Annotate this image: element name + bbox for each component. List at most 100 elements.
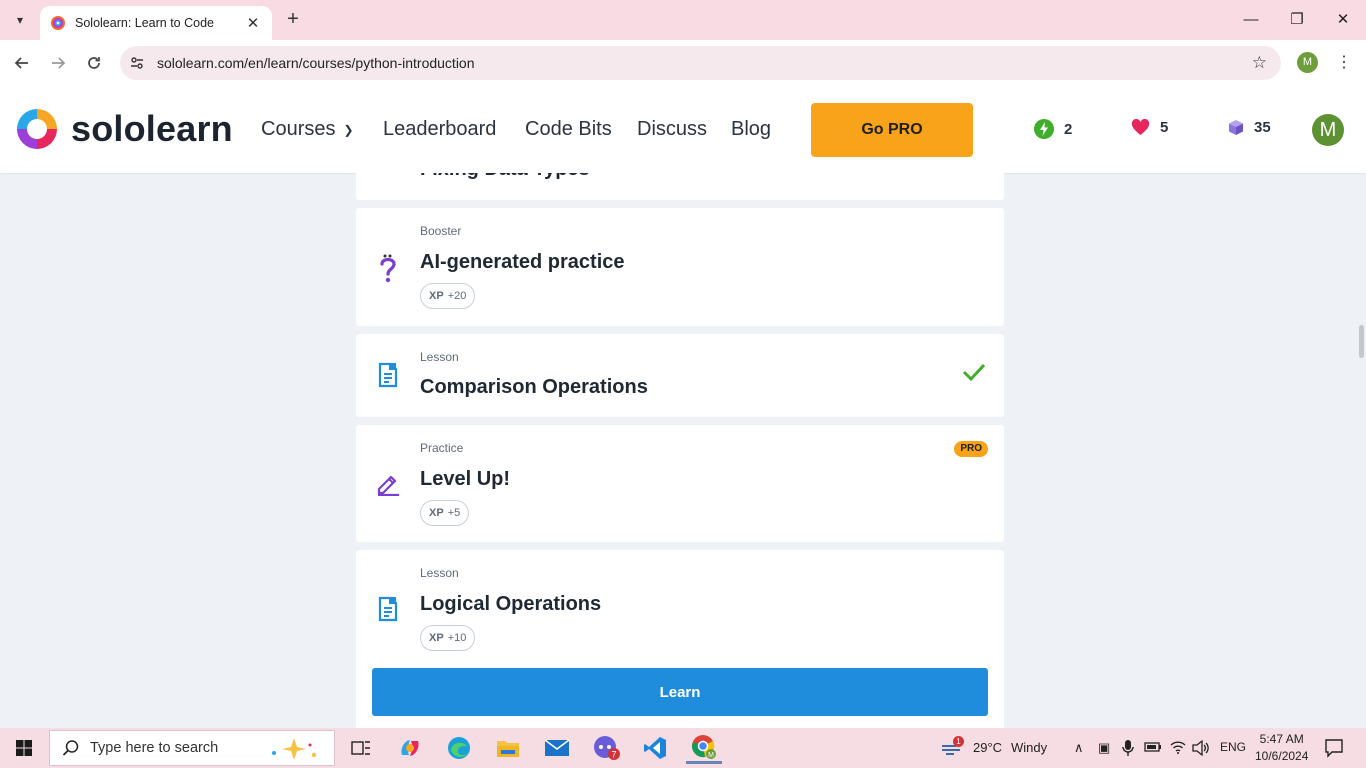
completed-check-icon — [962, 363, 986, 382]
search-icon — [62, 740, 79, 756]
windows-start-icon[interactable] — [8, 736, 40, 760]
xp-value: +5 — [447, 507, 461, 519]
user-avatar[interactable]: M — [1312, 114, 1344, 146]
address-bar[interactable]: sololearn.com/en/learn/courses/python-in… — [120, 46, 1281, 80]
gems-counter[interactable]: 35 — [1228, 119, 1271, 136]
notifications-icon[interactable] — [1324, 738, 1344, 758]
card-title: Logical Operations — [420, 593, 602, 615]
bookmark-star-icon[interactable]: ☆ — [1252, 53, 1267, 73]
streak-counter[interactable]: 2 — [1034, 119, 1072, 139]
xp-badge: XP +10 — [420, 625, 476, 651]
file-explorer-icon[interactable] — [490, 732, 526, 764]
discord-badge-count: 7 — [611, 750, 616, 760]
tab-title: Sololearn: Learn to Code — [75, 16, 214, 30]
card-kind-label: Booster — [420, 224, 462, 238]
gems-count: 35 — [1254, 119, 1271, 136]
lesson-card-level-up[interactable]: Practice Level Up! PRO XP +5 — [356, 425, 1004, 542]
mail-icon[interactable] — [539, 732, 575, 764]
back-button[interactable] — [9, 50, 35, 76]
xp-value: +10 — [447, 632, 467, 644]
card-kind-label: Practice — [420, 441, 464, 455]
discord-icon[interactable]: 7 — [588, 732, 624, 764]
site-info-icon[interactable] — [120, 55, 154, 71]
close-window-button[interactable]: ✕ — [1328, 8, 1358, 32]
lesson-icon — [374, 595, 402, 623]
xp-label: XP — [429, 290, 444, 302]
edge-browser-icon[interactable] — [441, 732, 477, 764]
chevron-down-icon: ❯ — [343, 122, 354, 137]
nav-code-bits[interactable]: Code Bits — [525, 118, 612, 141]
browser-tab[interactable]: Sololearn: Learn to Code ✕ — [40, 6, 272, 40]
heart-icon — [1131, 119, 1150, 136]
learn-button[interactable]: Learn — [372, 668, 988, 716]
pencil-icon — [374, 469, 402, 497]
browser-toolbar: sololearn.com/en/learn/courses/python-in… — [0, 40, 1366, 86]
clock-time: 5:47 AM — [1259, 732, 1304, 746]
xp-value: +20 — [447, 290, 467, 302]
sololearn-logo-icon — [17, 109, 57, 149]
back-arrow-icon — [14, 57, 28, 69]
site-header: sololearn Courses ❯ Leaderboard Code Bits… — [0, 86, 1366, 173]
wifi-icon[interactable] — [1170, 740, 1186, 754]
forward-button[interactable] — [45, 50, 71, 76]
reload-button[interactable] — [81, 50, 107, 76]
card-kind-label: Lesson — [420, 350, 459, 364]
weather-temperature[interactable]: 29°C — [973, 740, 1002, 755]
go-pro-button[interactable]: Go PRO — [811, 103, 973, 157]
nav-blog[interactable]: Blog — [731, 118, 771, 141]
logo-text: sololearn — [71, 108, 233, 149]
xp-badge: XP +20 — [420, 283, 476, 309]
battery-icon[interactable] — [1144, 741, 1162, 753]
lesson-card-booster[interactable]: Booster AI-generated practice XP +20 — [356, 208, 1004, 326]
language-indicator[interactable]: ENG — [1220, 740, 1246, 754]
hearts-count: 5 — [1160, 119, 1169, 136]
volume-icon[interactable] — [1192, 740, 1210, 756]
microphone-icon[interactable] — [1122, 739, 1134, 757]
restore-button[interactable]: ❐ — [1282, 8, 1312, 32]
tab-search-button[interactable]: ▾ — [8, 8, 32, 32]
minimize-button[interactable]: — — [1236, 8, 1266, 32]
vscode-icon[interactable] — [637, 732, 673, 764]
taskbar-search-box[interactable]: Type here to search — [49, 730, 335, 766]
sololearn-favicon-icon — [51, 16, 65, 30]
copilot-icon[interactable] — [392, 732, 428, 764]
xp-label: XP — [429, 507, 444, 519]
chrome-icon[interactable]: M — [686, 732, 722, 764]
close-tab-icon[interactable]: ✕ — [244, 14, 262, 32]
sololearn-logo[interactable]: sololearn — [15, 107, 233, 151]
weather-description[interactable]: Windy — [1011, 740, 1047, 755]
chevron-up-icon[interactable]: ∧ — [1074, 740, 1084, 756]
sparkle-icon — [272, 738, 317, 760]
card-title: Comparison Operations — [420, 376, 648, 398]
hearts-counter[interactable]: 5 — [1131, 119, 1168, 136]
forward-arrow-icon — [52, 57, 66, 69]
windows-taskbar: Type here to search 7 M 1 29°C Windy ∧ ▣… — [0, 728, 1366, 768]
browser-profile-avatar[interactable]: M — [1297, 52, 1318, 73]
task-view-icon[interactable] — [343, 732, 379, 764]
lesson-icon — [374, 361, 402, 389]
chevron-down-icon: ▾ — [16, 13, 24, 27]
nav-courses[interactable]: Courses ❯ — [261, 118, 354, 141]
pro-badge: PRO — [954, 441, 988, 457]
streak-count: 2 — [1064, 120, 1073, 138]
page-scrollbar-thumb[interactable] — [1359, 325, 1364, 358]
clock-date: 10/6/2024 — [1255, 749, 1309, 763]
xp-badge: XP +5 — [420, 500, 470, 526]
lesson-card-partial[interactable]: Fixing Data Types — [356, 173, 1004, 200]
new-tab-button[interactable]: + — [282, 8, 304, 32]
xp-label: XP — [429, 632, 444, 644]
gem-cube-icon — [1229, 120, 1243, 135]
nav-discuss[interactable]: Discuss — [637, 118, 707, 141]
more-menu-icon[interactable]: ⋮ — [1336, 51, 1352, 75]
lesson-title: Fixing Data Types — [420, 173, 590, 181]
nav-courses-label: Courses — [261, 118, 336, 140]
weather-alert-badge: 1 — [953, 736, 964, 747]
reload-icon — [88, 57, 100, 69]
lightning-icon — [1034, 119, 1054, 139]
url-text[interactable]: sololearn.com/en/learn/courses/python-in… — [157, 55, 475, 71]
card-kind-label: Lesson — [420, 566, 459, 580]
nav-leaderboard[interactable]: Leaderboard — [383, 118, 496, 141]
meet-now-icon[interactable]: ▣ — [1098, 740, 1110, 756]
lesson-card-comparison[interactable]: Lesson Comparison Operations — [356, 334, 1004, 417]
system-clock[interactable]: 5:47 AM 10/6/2024 — [1255, 731, 1308, 765]
